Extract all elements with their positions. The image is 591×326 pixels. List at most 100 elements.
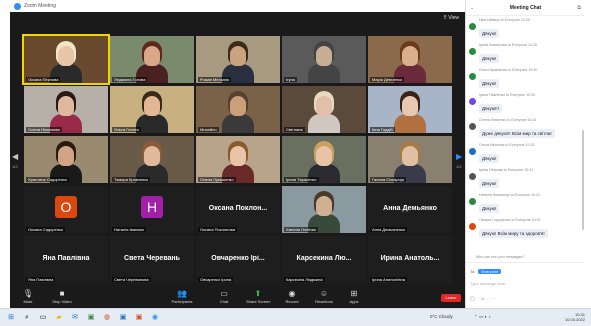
record-button[interactable]: ◉ Record xyxy=(280,289,304,304)
participant-video-face xyxy=(316,96,332,116)
participant-tile[interactable]: Оксана Пеклова xyxy=(22,34,110,85)
participant-tile[interactable]: Євгенія Олійник xyxy=(282,186,366,233)
participant-avatar: Н xyxy=(141,196,163,218)
title-bar: Zoom Meeting xyxy=(10,0,465,12)
excel-icon[interactable]: ▣ xyxy=(86,313,96,323)
chat-message-sender: Ірина Ковальова to Everyone 10:30 xyxy=(479,43,537,47)
apps-icon: ⊞ xyxy=(350,289,358,298)
next-page-arrow-icon[interactable]: ▶ xyxy=(456,152,462,161)
sender-avatar-icon xyxy=(469,48,476,55)
word-icon[interactable]: ▣ xyxy=(118,313,128,323)
powerpoint-icon[interactable]: ▣ xyxy=(134,313,144,323)
reactions-label: Reactions xyxy=(315,299,333,304)
stop-video-button[interactable]: ■ Stop Video xyxy=(50,289,74,304)
participant-name-label: Ірина Анатоліївна xyxy=(370,277,407,282)
chat-tools[interactable]: ▢ ☺ ⋯ xyxy=(470,296,498,302)
prev-page-arrow-icon[interactable]: ◀ xyxy=(12,152,18,161)
sender-avatar-icon xyxy=(469,173,476,180)
participant-video-body xyxy=(308,64,340,83)
participant-tile[interactable]: Iryna xyxy=(282,36,366,83)
participant-tile[interactable]: Ольга Голота xyxy=(110,86,194,133)
chat-message-text: Дякую! xyxy=(479,79,500,88)
to-label: To: xyxy=(470,269,476,274)
chat-button[interactable]: ▭ Chat xyxy=(212,289,236,304)
chat-message-list[interactable]: Ніна Шевчук to Everyone 10:30 Дякую! Ірина… xyxy=(466,18,584,256)
page-indicator-right: 1/2 xyxy=(456,164,462,169)
chat-message-text: Дякую! xyxy=(479,204,500,213)
participant-tile[interactable]: Роман Мельник xyxy=(196,36,280,83)
share-screen-button[interactable]: ⬆ Share Screen xyxy=(246,289,270,304)
view-button[interactable]: ⠿ View xyxy=(443,15,459,21)
taskbar-clock[interactable]: 10:31 10.03.2022 xyxy=(565,312,585,322)
participant-tile[interactable]: Оксана Поклон... Оксана Поклонова xyxy=(196,186,280,233)
participant-video-body xyxy=(394,114,426,133)
chat-message-sender: Ольга Мельник to Everyone 10:31 xyxy=(479,143,535,147)
recipient-select[interactable]: Everyone xyxy=(478,269,502,274)
participant-tile[interactable]: Михайло xyxy=(196,86,280,133)
participant-tile[interactable]: Світлана xyxy=(282,86,366,133)
chat-message: Ольга Мельник to Everyone 10:31 Дякую! xyxy=(466,143,584,165)
popout-icon[interactable]: ⧉ xyxy=(577,5,581,11)
participant-video-face xyxy=(316,46,332,66)
participant-tile[interactable]: Тамара Кравченко xyxy=(110,136,194,183)
chat-message-text: Дуже дякую!!! Всім мир та світла! xyxy=(479,129,555,138)
chrome-icon[interactable]: ◍ xyxy=(102,313,112,323)
apps-button[interactable]: ⊞ Apps xyxy=(342,289,366,304)
participant-tile[interactable]: Олена Ніколаєва xyxy=(24,86,108,133)
mute-button[interactable]: 🎙 Mute xyxy=(16,289,40,304)
participant-tile[interactable]: Яна Павлівна Яна Павлівна xyxy=(24,236,108,283)
participant-name-label: Яна Павлівна xyxy=(26,277,56,282)
participant-tile[interactable]: О Оксана Сидоренко xyxy=(24,186,108,233)
participant-video-face xyxy=(144,146,160,166)
leave-button[interactable]: Leave xyxy=(441,294,461,302)
participant-tile[interactable]: Людмила Голова xyxy=(110,36,194,83)
system-tray-icons[interactable]: ⌃ ▭ ◐ ♪ xyxy=(474,314,491,320)
file-explorer-icon[interactable]: ▰ xyxy=(54,313,64,323)
collapse-chevron-icon[interactable]: ⌄ xyxy=(470,5,474,11)
participant-video-face xyxy=(58,96,74,116)
participant-video-body xyxy=(136,114,168,133)
zoom-logo-icon xyxy=(14,2,21,10)
participant-tile[interactable]: Інна Гордій xyxy=(368,86,452,133)
participant-tile[interactable]: Анна Демьянко Анна Демьяненко xyxy=(368,186,452,233)
weather-tray[interactable]: 0°C Cloudy xyxy=(430,314,453,319)
participant-tile[interactable]: Карсекина Лю... Карсекіна Людмила xyxy=(282,236,366,283)
participant-name-label: Анна Демьяненко xyxy=(370,227,408,232)
participant-video-face xyxy=(144,96,160,116)
participant-tile[interactable]: Овчаренко Ірі... Овчаренко Ірина xyxy=(196,236,280,283)
chat-compose: To: Everyone Type message here... ▢ ☺ ⋯ xyxy=(466,262,584,308)
task-view-icon[interactable]: ▭ xyxy=(38,313,48,323)
zoom-taskbar-icon[interactable]: ◉ xyxy=(150,313,160,323)
participant-tile[interactable]: Н Наталія Іванова xyxy=(110,186,194,233)
participant-video-face xyxy=(402,46,418,66)
participant-video-face xyxy=(58,46,74,66)
who-can-see-link[interactable]: Who can see your messages? xyxy=(476,255,524,259)
participant-tile[interactable]: Марія Демченко xyxy=(368,36,452,83)
sender-avatar-icon xyxy=(469,98,476,105)
participant-tile[interactable]: Ірина Тарасенко xyxy=(282,136,366,183)
participant-tile[interactable]: Света Черевань Света Череванова xyxy=(110,236,194,283)
search-icon[interactable]: ⌕ xyxy=(22,313,32,323)
participant-display-name: Яна Павлівна xyxy=(42,255,90,262)
chat-message: Оксана Сидоренко to Everyone 10:31 Дякую!… xyxy=(466,218,584,240)
participant-display-name: Анна Демьянко xyxy=(383,205,437,212)
participant-tile[interactable]: Ирина Анатоль... Ірина Анатоліївна xyxy=(368,236,452,283)
participant-tile[interactable]: Христина Сидоренко xyxy=(24,136,108,183)
participant-name-label: Людмила Голова xyxy=(112,77,148,82)
reactions-button[interactable]: ☺ Reactions xyxy=(312,289,336,304)
chat-message-input[interactable]: Type message here... xyxy=(470,281,508,286)
chat-message: Ольга Кравченко to Everyone 10:30 Дякую! xyxy=(466,68,584,90)
participants-button[interactable]: 👥 Participants xyxy=(170,289,194,304)
mail-icon[interactable]: ✉ xyxy=(70,313,80,323)
windows-start-icon[interactable]: ⊞ xyxy=(6,313,16,323)
chat-message-text: Дякую! xyxy=(479,54,500,63)
chat-scrollbar[interactable] xyxy=(582,130,584,230)
chat-message: Наталія Ковальчук to Everyone 10:31 Дякую… xyxy=(466,193,584,215)
clock-date: 10.03.2022 xyxy=(564,317,585,322)
participant-tile[interactable]: Олена Лукашенко xyxy=(196,136,280,183)
participant-name-label: Христина Сидоренко xyxy=(26,177,70,182)
stop-video-label: Stop Video xyxy=(52,299,72,304)
video-camera-icon: ■ xyxy=(59,289,65,298)
recipient-row: To: Everyone xyxy=(470,269,502,274)
participant-tile[interactable]: Галина Січкарчук xyxy=(368,136,452,183)
